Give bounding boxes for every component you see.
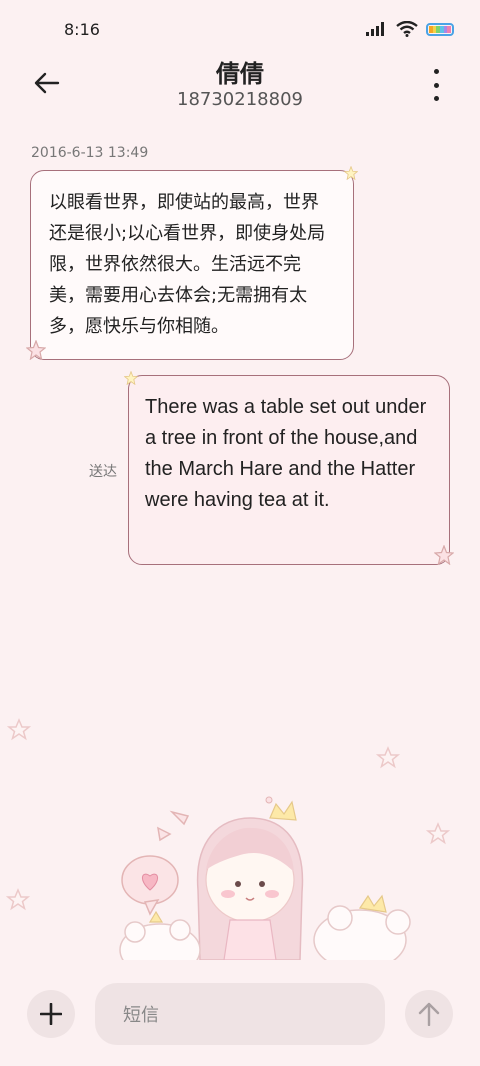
more-options-button[interactable] [426,69,446,101]
incoming-message-bubble[interactable]: 以眼看世界，即使站的最高，世界还是很小;以心看世界，即使身处局限，世界依然很大。… [30,170,354,360]
status-time: 8:16 [64,20,100,39]
contact-name: 倩倩 [216,60,264,88]
add-attachment-button[interactable] [27,990,75,1038]
message-input[interactable]: 短信 [95,983,385,1045]
star-icon [124,371,138,385]
outgoing-message-bubble[interactable]: There was a table set out under a tree i… [128,375,450,565]
status-bar: 8:16 [0,0,480,60]
contact-phone: 18730218809 [177,89,303,110]
star-icon [344,166,358,180]
signal-icon [366,22,384,36]
outgoing-message-text: There was a table set out under a tree i… [145,396,427,511]
message-input-placeholder: 短信 [123,1005,159,1026]
battery-icon [426,22,454,36]
dot-icon [433,69,439,74]
wifi-icon [396,21,418,37]
conversation-header: 倩倩 18730218809 [0,54,480,120]
arrow-up-icon [418,1002,440,1026]
send-button[interactable] [405,990,453,1038]
star-icon [434,545,454,565]
dot-icon [433,96,439,101]
status-icons [366,21,454,37]
star-icon [26,340,46,360]
message-composer: 短信 [0,980,480,1066]
plus-icon [40,1003,62,1025]
message-timestamp: 2016-6-13 13:49 [31,145,149,161]
delivery-status: 送达 [89,464,117,480]
background-illustration [5,718,451,960]
dot-icon [433,82,439,88]
incoming-message-text: 以眼看世界，即使站的最高，世界还是很小;以心看世界，即使身处局限，世界依然很大。… [49,192,326,337]
